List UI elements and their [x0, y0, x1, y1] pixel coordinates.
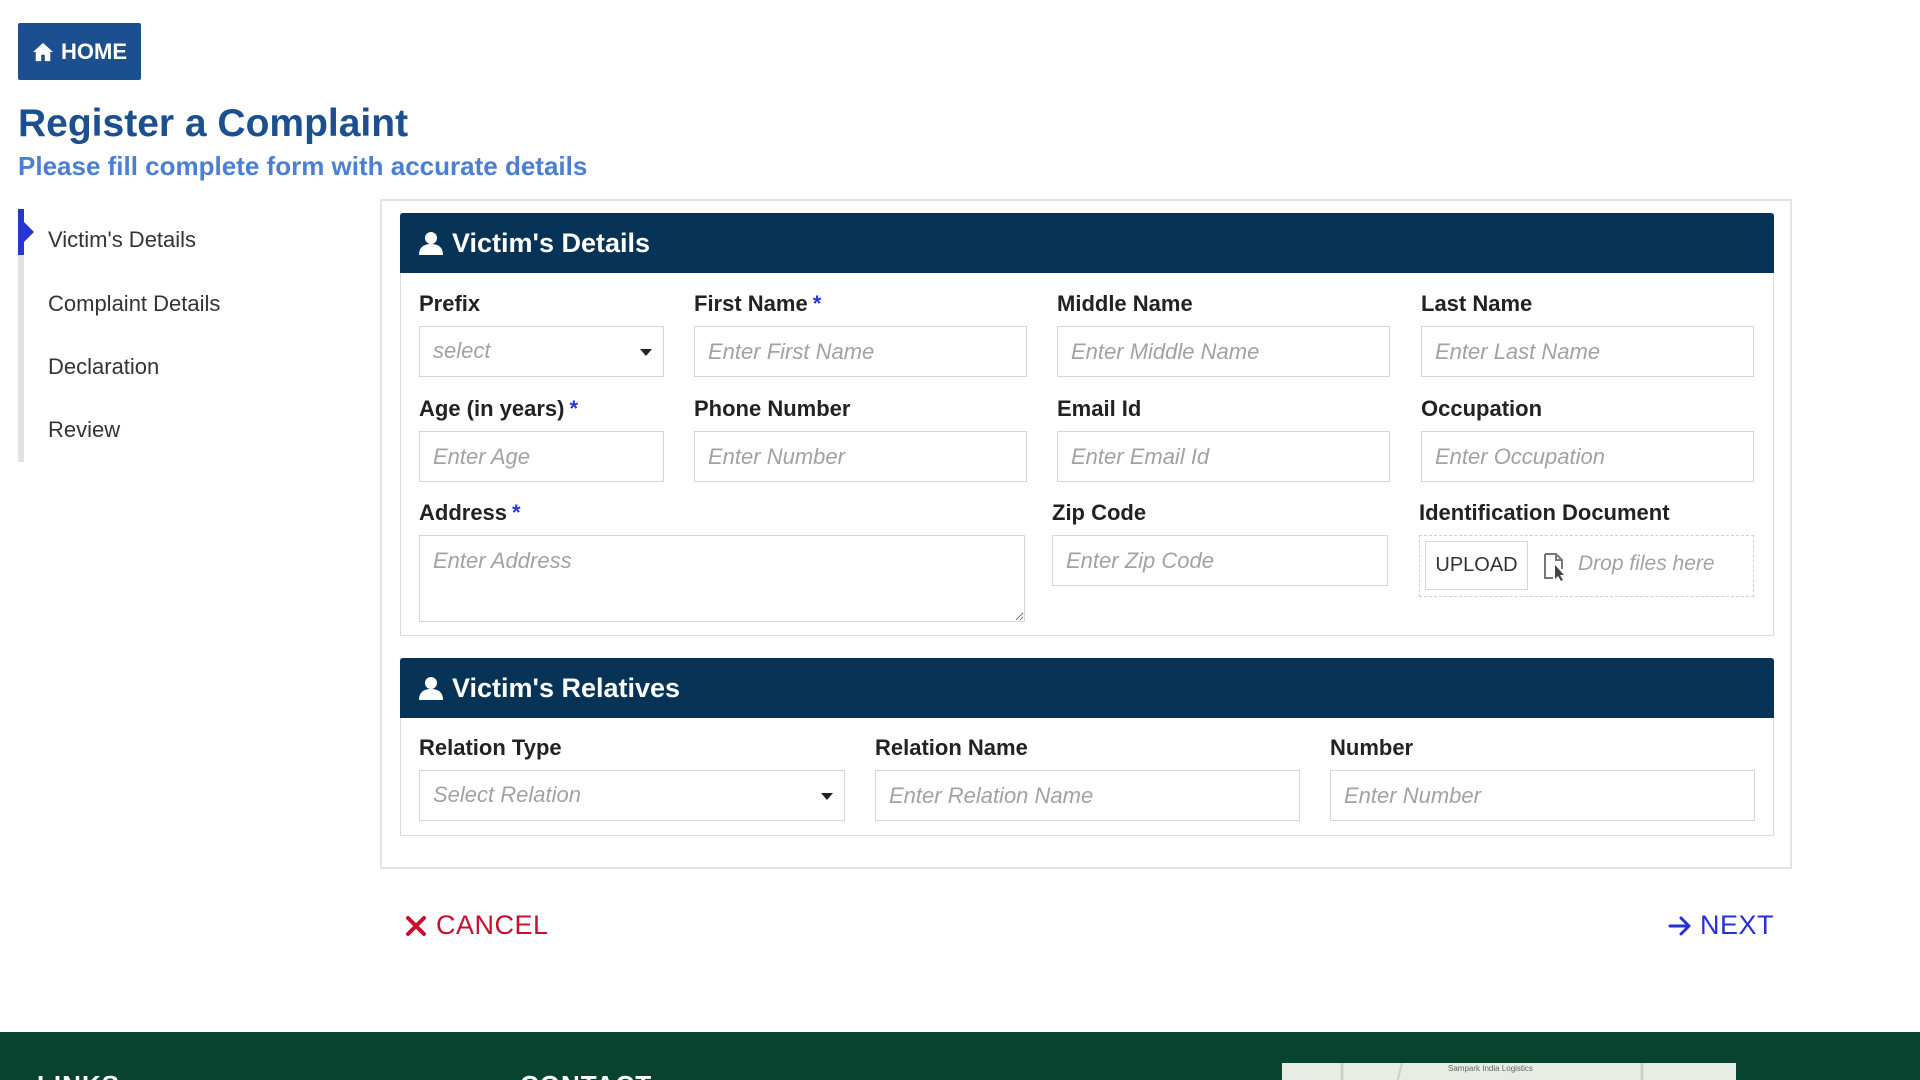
- step-review[interactable]: Review: [48, 415, 120, 445]
- first-name-input[interactable]: [694, 326, 1027, 377]
- middle-name-label: Middle Name: [1057, 291, 1193, 316]
- middle-name-input[interactable]: [1057, 326, 1390, 377]
- zip-code-input[interactable]: [1052, 535, 1388, 586]
- form-stepper: Victim's Details Complaint Details Decla…: [18, 209, 318, 462]
- step-victims-details[interactable]: Victim's Details: [48, 225, 196, 255]
- upload-button[interactable]: UPLOAD: [1425, 541, 1528, 590]
- relation-type-select[interactable]: Select Relation: [419, 770, 845, 821]
- cancel-button[interactable]: CANCEL: [404, 910, 549, 941]
- victims-details-header: Victim's Details: [400, 213, 1774, 273]
- required-mark: *: [512, 500, 521, 525]
- active-step-arrow: [24, 222, 34, 242]
- email-label: Email Id: [1057, 396, 1142, 421]
- required-mark: *: [812, 291, 822, 316]
- page-title: Register a Complaint: [18, 102, 409, 145]
- user-icon: [419, 232, 443, 255]
- identification-document-label: Identification Document: [1419, 500, 1670, 525]
- email-input[interactable]: [1057, 431, 1390, 482]
- form-frame: Victim's Details Prefix First Name * Midd…: [380, 199, 1792, 869]
- file-dropzone[interactable]: UPLOAD Drop files here: [1419, 535, 1754, 597]
- cancel-button-label: CANCEL: [436, 910, 549, 940]
- drop-files-text: Drop files here: [1578, 552, 1715, 575]
- home-button[interactable]: HOME: [18, 23, 141, 80]
- relative-number-input[interactable]: [1330, 770, 1755, 821]
- footer-map[interactable]: Sampark India Logistics: [1282, 1063, 1736, 1080]
- zip-code-label: Zip Code: [1052, 500, 1147, 525]
- required-mark: *: [569, 396, 579, 421]
- first-name-label: First Name *: [694, 291, 822, 316]
- relation-name-input[interactable]: [875, 770, 1300, 821]
- prefix-select[interactable]: select: [419, 326, 664, 377]
- file-drop-icon: [1544, 553, 1564, 581]
- victims-details-title: Victim's Details: [452, 227, 651, 258]
- relation-type-label: Relation Type: [419, 735, 562, 760]
- last-name-label: Last Name: [1421, 291, 1533, 316]
- relative-number-label: Number: [1330, 735, 1414, 760]
- relation-name-label: Relation Name: [875, 735, 1028, 760]
- victims-relatives-card: Victim's Relatives Relation Type Relatio…: [400, 658, 1774, 836]
- address-label: Address *: [419, 500, 521, 525]
- user-icon: [419, 677, 443, 700]
- step-declaration[interactable]: Declaration: [48, 352, 159, 382]
- next-button[interactable]: NEXT: [1668, 910, 1774, 941]
- address-textarea[interactable]: [419, 535, 1025, 622]
- caret-down-icon: [640, 349, 652, 356]
- victims-relatives-title: Victim's Relatives: [452, 672, 681, 703]
- caret-down-icon: [821, 793, 833, 800]
- prefix-select-value: select: [433, 338, 491, 363]
- step-complaint-details[interactable]: Complaint Details: [48, 289, 220, 319]
- map-caption: Sampark India Logistics: [1448, 1064, 1533, 1073]
- relation-type-select-value: Select Relation: [433, 782, 581, 807]
- phone-input[interactable]: [694, 431, 1027, 482]
- occupation-label: Occupation: [1421, 396, 1543, 421]
- prefix-label: Prefix: [419, 291, 481, 316]
- footer-links-heading: LINKS: [37, 1070, 120, 1080]
- arrow-right-icon: [1668, 916, 1691, 935]
- age-input[interactable]: [419, 431, 664, 482]
- victims-relatives-header: Victim's Relatives: [400, 658, 1774, 718]
- next-button-label: NEXT: [1700, 910, 1775, 940]
- close-icon: [406, 915, 426, 936]
- victims-details-card: Victim's Details Prefix First Name * Midd…: [400, 213, 1774, 636]
- occupation-input[interactable]: [1421, 431, 1754, 482]
- phone-label: Phone Number: [694, 396, 851, 421]
- footer-contact-heading: CONTACT: [520, 1070, 652, 1080]
- footer: LINKS CONTACT Sampark India Logistics: [0, 1032, 1920, 1080]
- age-label: Age (in years) *: [419, 396, 579, 421]
- home-button-label: HOME: [61, 38, 127, 64]
- home-icon: [33, 42, 53, 61]
- page-subtitle: Please fill complete form with accurate …: [18, 151, 588, 181]
- last-name-input[interactable]: [1421, 326, 1754, 377]
